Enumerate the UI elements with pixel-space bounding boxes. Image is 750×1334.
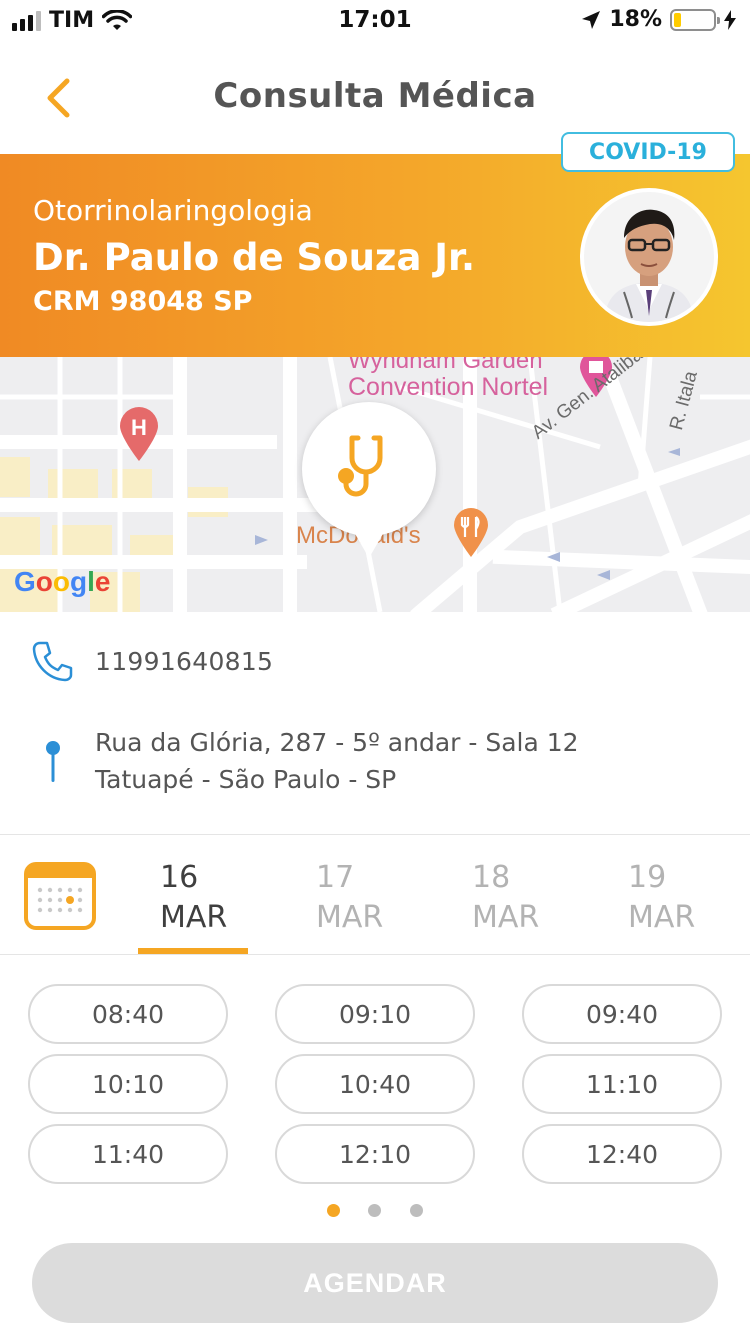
doctor-crm: CRM 98048 SP: [33, 286, 253, 317]
phone-icon: [32, 641, 73, 682]
page-dot[interactable]: [368, 1204, 381, 1217]
doctor-avatar: [580, 188, 718, 326]
covid-badge[interactable]: COVID-19: [561, 132, 735, 172]
restaurant-pin-icon: [454, 508, 488, 557]
address-line-2: Tatuapé - São Paulo - SP: [95, 765, 397, 794]
phone-row[interactable]: 11991640815: [0, 636, 750, 686]
address-text: Rua da Glória, 287 - 5º andar - Sala 12 …: [95, 724, 579, 798]
date-tab-16-mar[interactable]: 16 MAR: [160, 858, 270, 938]
map-label-convention: Convention Nortel: [348, 373, 549, 401]
location-arrow-icon: [582, 10, 601, 29]
status-bar: TIM 17:01 18%: [0, 0, 750, 44]
calendar-icon[interactable]: [24, 860, 96, 932]
doctor-name: Dr. Paulo de Souza Jr.: [33, 236, 476, 279]
charging-bolt-icon: [724, 9, 736, 30]
google-logo: Google: [14, 566, 111, 597]
date-selector: 16 MAR 17 MAR 18 MAR 19 MAR: [0, 836, 750, 954]
time-slot[interactable]: 10:40: [275, 1054, 475, 1114]
schedule-button[interactable]: AGENDAR: [32, 1243, 718, 1323]
pagination-dots: [0, 1204, 750, 1218]
hospital-pin-icon: H: [120, 407, 158, 461]
location-pin-icon: [46, 741, 60, 782]
date-month: MAR: [160, 900, 228, 935]
date-day: 16: [160, 860, 199, 895]
date-month: MAR: [472, 900, 540, 935]
time-slot[interactable]: 11:10: [522, 1054, 722, 1114]
time-slot[interactable]: 12:40: [522, 1124, 722, 1184]
date-month: MAR: [628, 900, 696, 935]
time-slot[interactable]: 11:40: [28, 1124, 228, 1184]
date-tab-17-mar[interactable]: 17 MAR: [316, 858, 426, 938]
battery-icon: [670, 8, 720, 31]
time-slot[interactable]: 09:40: [522, 984, 722, 1044]
time-slot[interactable]: 09:10: [275, 984, 475, 1044]
stethoscope-icon: [338, 435, 383, 497]
phone-number: 11991640815: [95, 646, 274, 676]
doctor-location-marker[interactable]: [302, 402, 436, 558]
divider: [0, 834, 750, 835]
svg-text:H: H: [131, 415, 147, 440]
battery-percent: 18%: [609, 7, 662, 32]
doctor-header: Otorrinolaringologia Dr. Paulo de Souza …: [0, 154, 750, 357]
divider: [0, 954, 750, 955]
address-line-1: Rua da Glória, 287 - 5º andar - Sala 12: [95, 728, 579, 757]
page-dot[interactable]: [327, 1204, 340, 1217]
page-dot[interactable]: [410, 1204, 423, 1217]
time-slot[interactable]: 08:40: [28, 984, 228, 1044]
date-tab-18-mar[interactable]: 18 MAR: [472, 858, 582, 938]
date-day: 18: [472, 860, 511, 895]
time-slot[interactable]: 10:10: [28, 1054, 228, 1114]
time-slot[interactable]: 12:10: [275, 1124, 475, 1184]
date-day: 17: [316, 860, 355, 895]
page-title: Consulta Médica: [213, 76, 537, 116]
address-row[interactable]: Rua da Glória, 287 - 5º andar - Sala 12 …: [0, 722, 750, 800]
location-map[interactable]: Wyndham Garden Convention Nortel H McDon…: [0, 357, 750, 612]
date-tab-19-mar[interactable]: 19 MAR: [628, 858, 738, 938]
date-month: MAR: [316, 900, 384, 935]
doctor-specialty: Otorrinolaringologia: [33, 194, 313, 227]
date-day: 19: [628, 860, 667, 895]
